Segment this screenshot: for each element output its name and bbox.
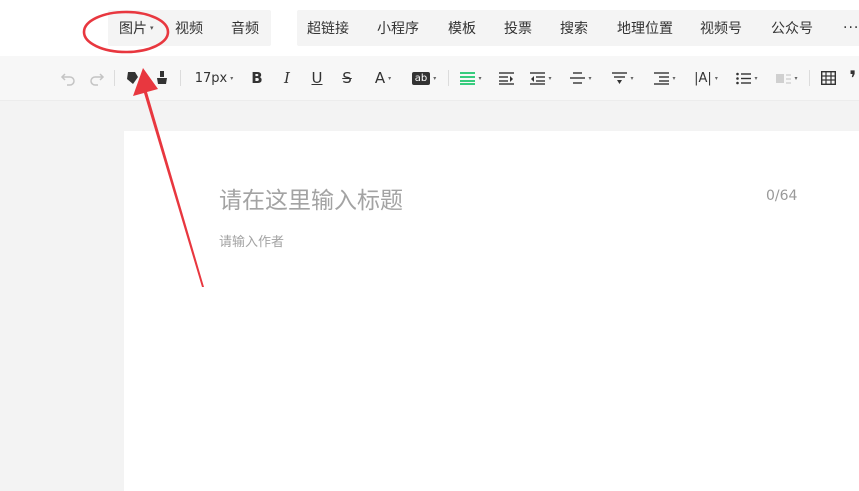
font-size-select[interactable]: 17px ▾ [190, 56, 238, 100]
title-char-counter: 0/64 [766, 188, 798, 204]
format-toolbar: 17px ▾ B I U S A ▾ ab ▾ ▾ ▾ ▾ ▾ ▾ |A| ▾ ▾ ▾ … [0, 56, 859, 101]
video-button[interactable]: 视频 [175, 18, 203, 38]
background-color-label: ab [411, 71, 431, 85]
font-color-button[interactable]: A ▾ [369, 56, 397, 100]
italic-button[interactable]: I [279, 56, 295, 100]
background-color-button[interactable]: ab ▾ [408, 56, 440, 100]
image-layout-icon[interactable]: ▾ [772, 56, 802, 100]
audio-button[interactable]: 音频 [231, 18, 259, 38]
toolbar-divider [180, 70, 181, 86]
official-account-button[interactable]: 公众号 [771, 18, 813, 38]
article-editor: 请在这里输入标题 0/64 请输入作者 [124, 131, 859, 491]
author-input[interactable]: 请输入作者 [219, 231, 284, 250]
vote-button[interactable]: 投票 [504, 18, 532, 38]
letter-spacing-button[interactable]: |A| ▾ [690, 56, 722, 100]
channels-button[interactable]: 视频号 [700, 18, 742, 38]
quote-icon[interactable]: ❜ [846, 56, 859, 100]
font-color-label: A [374, 69, 386, 87]
chevron-down-icon: ▾ [478, 74, 482, 82]
chevron-down-icon: ▾ [714, 74, 718, 82]
redo-icon[interactable] [87, 56, 107, 100]
location-button[interactable]: 地理位置 [617, 18, 673, 38]
hyperlink-button[interactable]: 超链接 [307, 18, 349, 38]
more-options-button[interactable]: ··· [843, 20, 859, 36]
chevron-down-icon: ▾ [548, 74, 552, 82]
audio-button-label: 音频 [231, 21, 259, 37]
indent-icon[interactable] [496, 56, 516, 100]
chevron-down-icon: ▾ [630, 74, 634, 82]
template-button[interactable]: 模板 [448, 18, 476, 38]
format-painter-icon[interactable] [122, 56, 142, 100]
media-insert-group: 图片 ▾ 视频 音频 [108, 10, 271, 46]
toolbar-divider [114, 70, 115, 86]
outdent-icon[interactable]: ▾ [526, 56, 556, 100]
toolbar-divider [448, 70, 449, 86]
letter-spacing-label: |A| [694, 70, 712, 86]
chevron-down-icon: ▾ [150, 24, 154, 32]
video-button-label: 视频 [175, 21, 203, 37]
font-size-value: 17px [194, 70, 228, 86]
image-button-label: 图片 [119, 21, 147, 37]
mini-program-button[interactable]: 小程序 [377, 18, 419, 38]
list-icon[interactable]: ▾ [732, 56, 762, 100]
text-indent-icon[interactable]: ▾ [650, 56, 680, 100]
chevron-down-icon: ▾ [230, 74, 234, 82]
table-icon[interactable] [818, 56, 838, 100]
toolbar-divider [809, 70, 810, 86]
chevron-down-icon: ▾ [588, 74, 592, 82]
clear-format-icon[interactable] [152, 56, 172, 100]
line-height-icon[interactable]: ▾ [566, 56, 596, 100]
title-input[interactable]: 请在这里输入标题 [219, 181, 403, 215]
strikethrough-button[interactable]: S [339, 56, 355, 100]
bold-button[interactable]: B [249, 56, 265, 100]
chevron-down-icon: ▾ [388, 74, 392, 82]
chevron-down-icon: ▾ [433, 74, 437, 82]
align-justify-icon[interactable]: ▾ [456, 56, 486, 100]
insert-toolbar: 图片 ▾ 视频 音频 超链接 小程序 模板 投票 搜索 地理位置 视频号 公众号… [0, 0, 859, 56]
search-button[interactable]: 搜索 [560, 18, 588, 38]
chevron-down-icon: ▾ [754, 74, 758, 82]
other-insert-group: 超链接 小程序 模板 投票 搜索 地理位置 视频号 公众号 ··· [297, 10, 859, 46]
paragraph-spacing-icon[interactable]: ▾ [608, 56, 638, 100]
chevron-down-icon: ▾ [672, 74, 676, 82]
underline-button[interactable]: U [309, 56, 325, 100]
chevron-down-icon: ▾ [794, 74, 798, 82]
image-button[interactable]: 图片 ▾ [119, 18, 154, 38]
undo-icon[interactable] [58, 56, 78, 100]
